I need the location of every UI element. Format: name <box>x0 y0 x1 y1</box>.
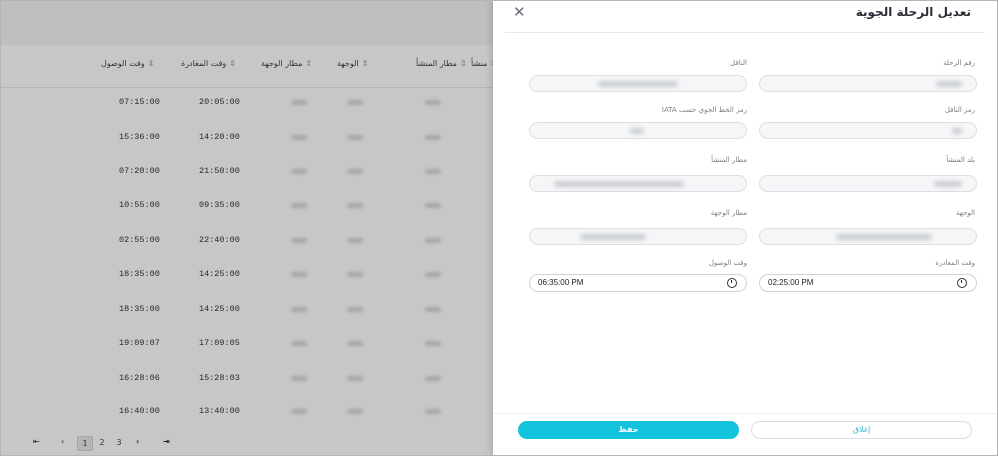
destination-label: الوجهة <box>955 209 975 217</box>
redacted-value <box>630 128 644 134</box>
redacted-value <box>952 128 962 134</box>
iata-code-field[interactable] <box>529 122 747 139</box>
carrier-code-label: رمز الناقل <box>944 106 975 114</box>
flight-number-field[interactable] <box>759 75 977 92</box>
destination-field[interactable] <box>759 228 977 245</box>
iata-code-label: رمز الخط الجوي حسب IATA <box>661 106 747 114</box>
departure-time-label: وقت المغادرة <box>935 259 975 267</box>
carrier-code-field[interactable] <box>759 122 977 139</box>
carrier-field[interactable] <box>529 75 747 92</box>
drawer-title: تعديل الرحلة الجوية <box>855 5 971 19</box>
footer-divider <box>493 413 997 414</box>
divider <box>505 32 985 33</box>
arrival-time-input[interactable]: 06:35:00 PM <box>529 274 747 292</box>
origin-country-field[interactable] <box>759 175 977 192</box>
close-button[interactable]: إغلاق <box>751 421 972 439</box>
redacted-value <box>598 81 678 87</box>
redacted-value <box>934 181 962 187</box>
edit-flight-drawer: تعديل الرحلة الجوية ✕ رقم الرحلة الناقل … <box>493 1 997 455</box>
arrival-time-value: 06:35:00 PM <box>538 278 584 287</box>
departure-time-value: 02:25:00 PM <box>768 278 814 287</box>
origin-airport-field[interactable] <box>529 175 747 192</box>
flight-number-label: رقم الرحلة <box>943 59 975 67</box>
app-window: ⇕وقت الوصول ⇕وقت المغادرة ⇕مطار الوجهة ⇕… <box>0 0 998 456</box>
redacted-value <box>936 81 962 87</box>
redacted-value <box>554 181 684 187</box>
origin-country-label: بلد المنشأ <box>946 156 975 164</box>
origin-airport-label: مطار المنشأ <box>711 156 747 164</box>
redacted-value <box>580 234 646 240</box>
redacted-value <box>836 234 932 240</box>
clock-icon[interactable] <box>957 278 967 288</box>
destination-airport-field[interactable] <box>529 228 747 245</box>
save-button[interactable]: حفظ <box>518 421 739 439</box>
close-icon[interactable]: ✕ <box>513 4 526 20</box>
carrier-label: الناقل <box>730 59 747 67</box>
arrival-time-label: وقت الوصول <box>708 259 747 267</box>
departure-time-input[interactable]: 02:25:00 PM <box>759 274 977 292</box>
modal-overlay[interactable] <box>1 1 493 455</box>
clock-icon[interactable] <box>727 278 737 288</box>
destination-airport-label: مطار الوجهة <box>710 209 747 217</box>
